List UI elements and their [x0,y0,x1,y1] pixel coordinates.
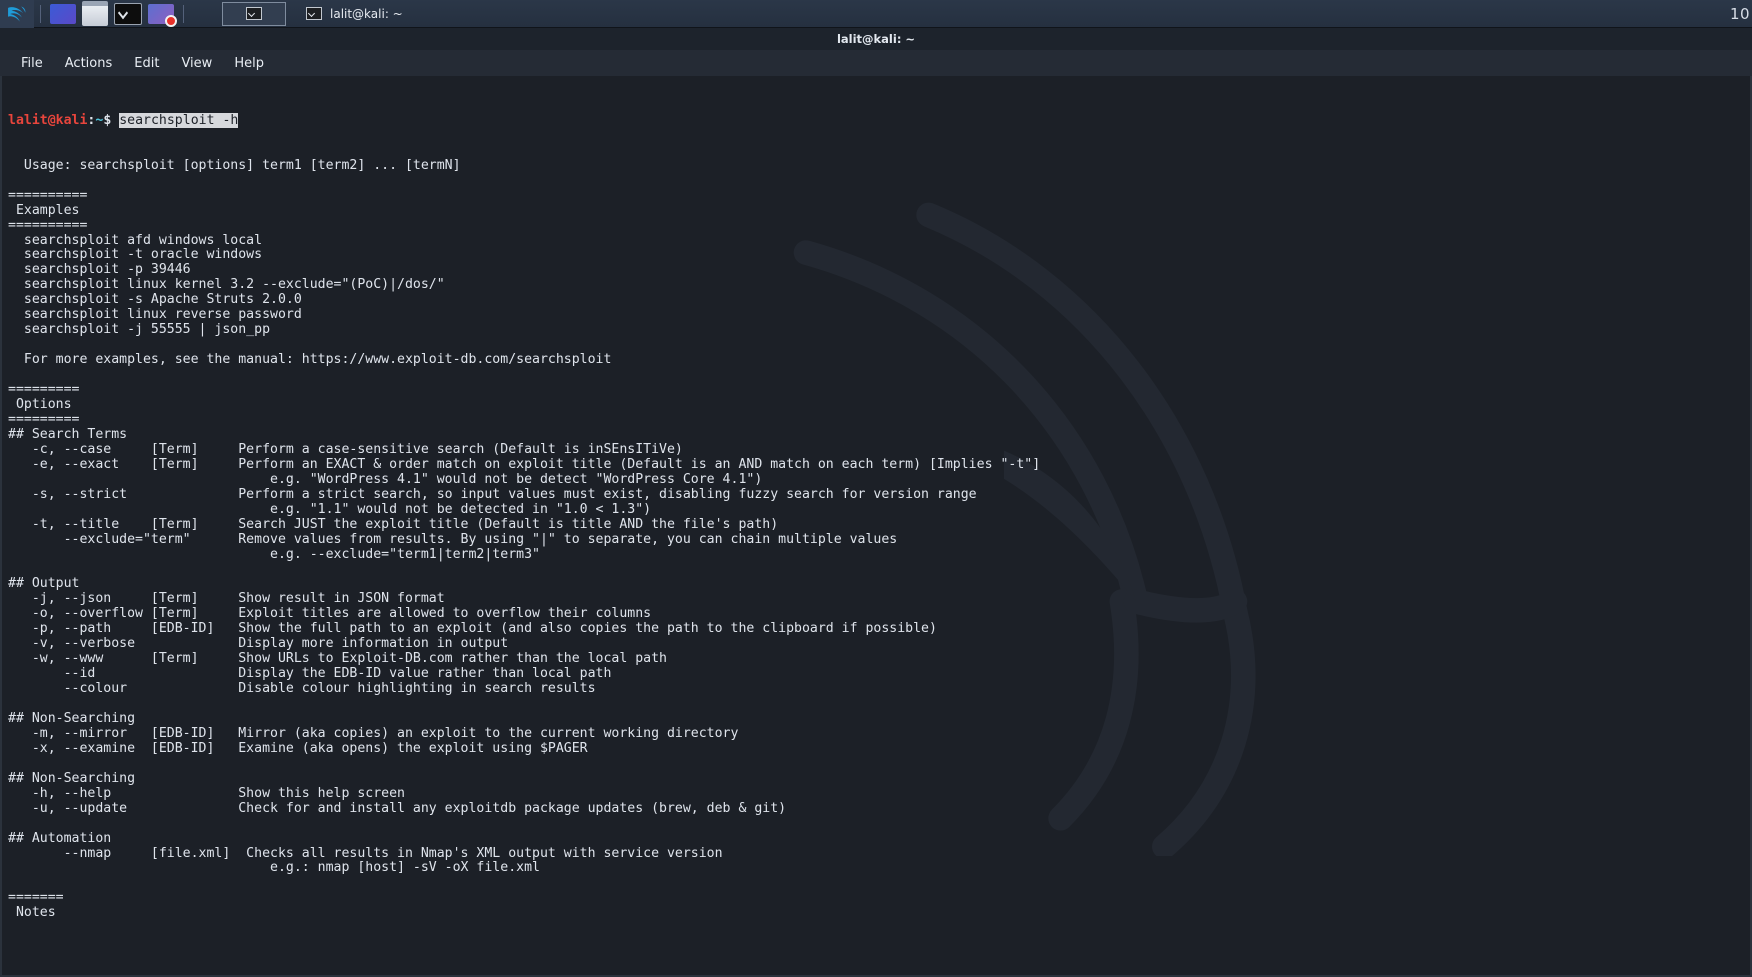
files-launcher[interactable] [82,1,108,26]
panel-separator-2 [183,4,184,23]
terminal-line: Examples [8,202,80,218]
terminal-line: searchsploit -p 39446 [8,262,191,278]
prompt-dollar: $ [103,112,112,128]
terminal-line: ======= [8,890,64,906]
terminal-line: ## Non-Searching [8,770,136,786]
terminal-line: searchsploit -s Apache Struts 2.0.0 [8,292,302,308]
terminal-line: Notes [8,905,56,921]
terminal-line: searchsploit -t oracle windows [8,247,263,263]
terminal-output: lalit@kali:~$ searchsploit -h Usage: sea… [2,76,1750,951]
panel-clock[interactable]: 10 [1730,5,1752,23]
terminal-line: e.g. "WordPress 4.1" would not be detect… [8,471,763,487]
terminal-line: ========== [8,187,88,203]
kali-menu-button[interactable] [0,0,34,28]
menu-file[interactable]: File [10,54,54,73]
burpsuite-launcher[interactable] [148,3,177,27]
terminal-launcher[interactable] [114,2,142,25]
terminal-line: -o, --overflow [Term] Exploit titles are… [8,606,652,622]
terminal-body[interactable]: lalit@kali:~$ searchsploit -h Usage: sea… [0,76,1752,977]
window-titlebar[interactable]: lalit@kali: ~ [0,28,1752,50]
terminal-line: -j, --json [Term] Show result in JSON fo… [8,591,445,607]
terminal-line: --colour Disable colour highlighting in … [8,681,596,697]
firefox-launcher[interactable] [50,3,76,24]
kali-dragon-logo-icon [8,5,26,22]
terminal-line: -v, --verbose Display more information i… [8,636,509,652]
prompt-user: lalit [8,112,48,128]
taskbar-window-label: lalit@kali: ~ [330,6,403,21]
terminal-line: ## Non-Searching [8,710,136,726]
terminal-line: -x, --examine [EDB-ID] Examine (aka open… [8,740,588,756]
terminal-line: searchsploit linux kernel 3.2 --exclude=… [8,277,445,293]
terminal-line: e.g. "1.1" would not be detected in "1.0… [8,501,652,517]
terminal-line: searchsploit -j 55555 | json_pp [8,322,271,338]
menu-help[interactable]: Help [223,54,275,73]
terminal-line: -e, --exact [Term] Perform an EXACT & or… [8,456,1041,472]
terminal-line: Usage: searchsploit [options] term1 [ter… [8,157,461,173]
menubar: File Actions Edit View Help [0,50,1752,76]
terminal-line: --exclude="term" Remove values from resu… [8,531,898,547]
terminal-line: searchsploit linux reverse password [8,307,302,323]
terminal-line: For more examples, see the manual: https… [8,352,612,368]
terminal-line: ========= [8,382,80,398]
terminal-line: -p, --path [EDB-ID] Show the full path t… [8,621,937,637]
terminal-line: e.g. --exclude="term1|term2|term3" [8,546,540,562]
taskbar-button-terminal-window[interactable]: lalit@kali: ~ [298,2,411,26]
terminal-scrollbar[interactable] [1742,76,1750,975]
terminal-prompt-line: lalit@kali:~$ searchsploit -h [8,112,1750,129]
taskbar-button-showdesktop[interactable] [222,1,286,26]
terminal-command[interactable]: searchsploit -h [119,112,239,128]
terminal-output-lines: Usage: searchsploit [options] term1 [ter… [8,157,1750,921]
terminal-window: lalit@kali: ~ File Actions Edit View Hel… [0,28,1752,977]
window-title: lalit@kali: ~ [836,32,916,46]
terminal-line: -m, --mirror [EDB-ID] Mirror (aka copies… [8,725,739,741]
terminal-line: ## Output [8,576,80,592]
terminal-line: ## Automation [8,830,112,846]
terminal-line: e.g.: nmap [host] -sV -oX file.xml [8,860,540,876]
terminal-line: -h, --help Show this help screen [8,785,405,801]
panel-status-area: 10 [1730,5,1752,23]
prompt-at: @ [47,112,56,128]
terminal-icon [246,7,262,20]
terminal-line: ========== [8,217,88,233]
terminal-line: ========= [8,411,80,427]
terminal-line: Options [8,396,72,412]
prompt-host: kali [55,112,88,128]
menu-view[interactable]: View [170,54,223,73]
terminal-line: searchsploit afd windows local [8,232,263,248]
desktop-panel: lalit@kali: ~ 10 [0,0,1752,28]
terminal-line: -w, --www [Term] Show URLs to Exploit-DB… [8,651,667,667]
terminal-line: --nmap [file.xml] Checks all results in … [8,845,723,861]
panel-separator [40,4,41,23]
terminal-line: ## Search Terms [8,426,128,442]
taskbar: lalit@kali: ~ [222,0,411,28]
desktop-screen: lalit@kali: ~ 10 lalit@kali: ~ File Acti… [0,0,1752,977]
terminal-line: -s, --strict Perform a strict search, so… [8,486,977,502]
terminal-line: --id Display the EDB-ID value rather tha… [8,666,612,682]
menu-edit[interactable]: Edit [123,54,170,73]
terminal-icon [306,7,322,20]
terminal-line: -u, --update Check for and install any e… [8,800,787,816]
terminal-line: -c, --case [Term] Perform a case-sensiti… [8,441,683,457]
terminal-line: -t, --title [Term] Search JUST the explo… [8,516,779,532]
menu-actions[interactable]: Actions [54,54,124,73]
